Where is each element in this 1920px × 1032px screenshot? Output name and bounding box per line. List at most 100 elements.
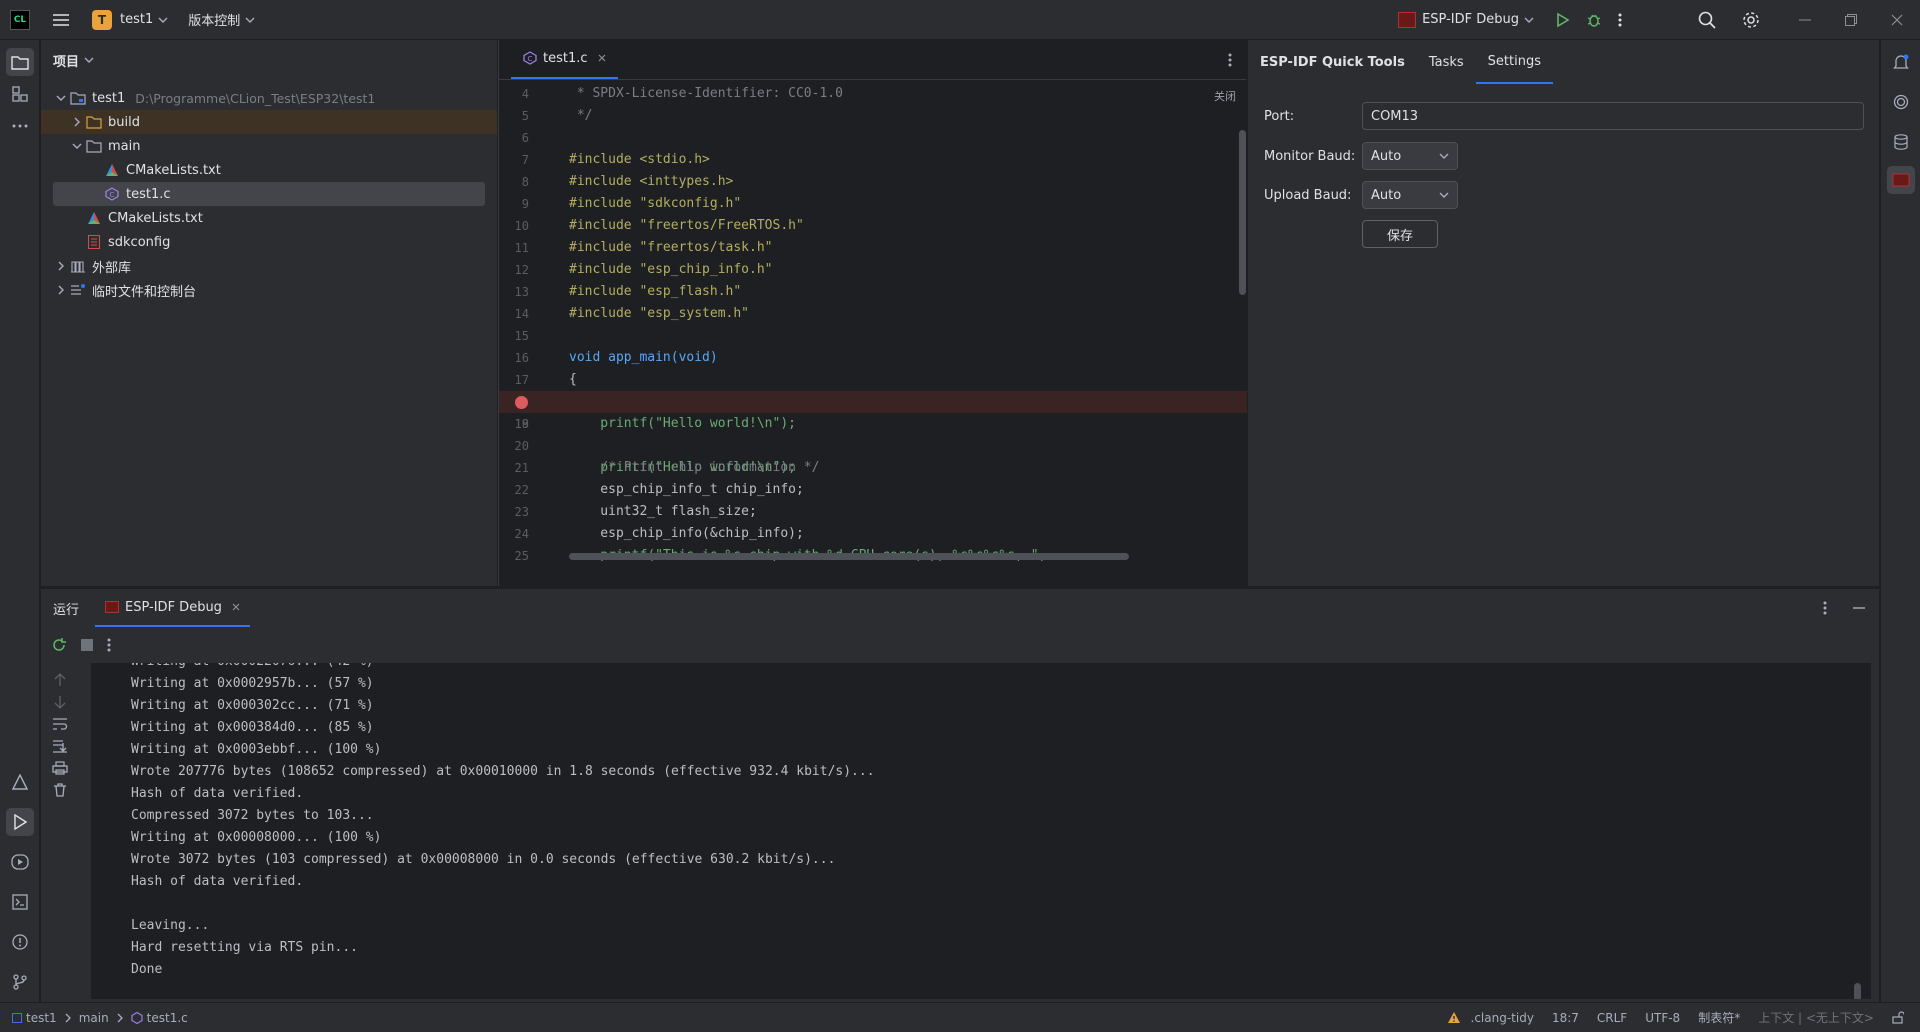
project-switcher[interactable]: T test1 bbox=[86, 6, 174, 34]
notifications-button[interactable] bbox=[1887, 48, 1915, 76]
terminal-tool-button[interactable] bbox=[6, 888, 34, 916]
main-menu-button[interactable] bbox=[46, 6, 76, 34]
arrow-up-icon[interactable] bbox=[51, 671, 69, 689]
console-line: Writing at 0x0002957b... (57 %) bbox=[131, 676, 374, 691]
upload-baud-select[interactable]: Auto bbox=[1362, 181, 1458, 209]
database-button[interactable] bbox=[1887, 128, 1915, 156]
run-button[interactable] bbox=[1548, 6, 1576, 34]
run-config-selector[interactable]: ESP-IDF Debug bbox=[1392, 6, 1540, 34]
project-panel: 项目 test1 D:\Programme\CLion_Test\ESP32\t… bbox=[41, 40, 497, 586]
cursor-position[interactable]: 18:7 bbox=[1552, 1011, 1579, 1025]
breadcrumb: test1 main test1.c bbox=[12, 1011, 188, 1025]
cmake-tool-button[interactable] bbox=[6, 768, 34, 796]
breadcrumb-item[interactable]: test1.c bbox=[147, 1011, 188, 1025]
run-tab-label: ESP-IDF Debug bbox=[125, 599, 222, 615]
monitor-baud-select[interactable]: Auto bbox=[1362, 142, 1458, 170]
console-scrollbar[interactable] bbox=[1854, 983, 1861, 999]
cmake-file-icon bbox=[103, 162, 121, 178]
git-branch-icon bbox=[12, 974, 28, 990]
run-panel-more-button[interactable] bbox=[1823, 601, 1827, 615]
context-selector[interactable]: 上下文 | <无上下文> bbox=[1758, 1009, 1874, 1026]
tree-node-build[interactable]: build bbox=[41, 110, 497, 134]
close-tab-icon[interactable] bbox=[598, 54, 606, 62]
tree-node-main-cmakelists[interactable]: CMakeLists.txt bbox=[53, 158, 485, 182]
git-tool-button[interactable] bbox=[6, 968, 34, 996]
editor-vertical-scrollbar[interactable] bbox=[1239, 130, 1246, 295]
hide-panel-button[interactable] bbox=[1853, 607, 1865, 609]
editor-tab-bar: C test1.c bbox=[499, 40, 1246, 80]
esp-idf-tools-button[interactable] bbox=[1887, 166, 1915, 194]
breadcrumb-item[interactable]: main bbox=[79, 1011, 109, 1025]
structure-tool-button[interactable] bbox=[6, 80, 34, 108]
clang-tidy-widget[interactable]: .clang-tidy bbox=[1447, 1011, 1534, 1025]
tab-test1c[interactable]: C test1.c bbox=[511, 39, 618, 79]
file-encoding[interactable]: UTF-8 bbox=[1645, 1011, 1680, 1025]
trash-icon[interactable] bbox=[51, 781, 69, 799]
tree-node-external-libs[interactable]: 外部库 bbox=[53, 254, 485, 278]
port-input[interactable]: COM13 bbox=[1362, 102, 1864, 130]
stop-icon[interactable] bbox=[81, 639, 93, 651]
more-vertical-icon bbox=[1228, 53, 1232, 67]
project-panel-title: 项目 bbox=[53, 54, 80, 70]
tree-label: sdkconfig bbox=[108, 234, 171, 250]
soft-wrap-icon[interactable] bbox=[51, 715, 69, 733]
close-window-button[interactable] bbox=[1874, 0, 1920, 40]
problems-tool-button[interactable] bbox=[6, 928, 34, 956]
save-button[interactable]: 保存 bbox=[1362, 220, 1439, 248]
more-vertical-icon[interactable] bbox=[107, 638, 111, 652]
chevron-down-icon bbox=[158, 17, 168, 23]
terminal-icon bbox=[12, 894, 28, 910]
bug-icon bbox=[1586, 12, 1602, 28]
debug-button[interactable] bbox=[1580, 6, 1608, 34]
tree-node-scratches[interactable]: 临时文件和控制台 bbox=[53, 278, 485, 302]
unlock-icon[interactable] bbox=[1892, 1011, 1904, 1024]
search-button[interactable] bbox=[1692, 6, 1722, 34]
minimize-icon bbox=[1799, 19, 1811, 21]
run-tool-button[interactable] bbox=[6, 808, 34, 836]
ai-assistant-button[interactable] bbox=[1887, 88, 1915, 116]
tree-node-test1c[interactable]: C test1.c bbox=[53, 182, 485, 206]
editor-horizontal-scrollbar[interactable] bbox=[569, 553, 1129, 560]
chevron-down-icon bbox=[53, 95, 69, 101]
module-folder-icon bbox=[69, 90, 87, 106]
restore-button[interactable] bbox=[1828, 0, 1874, 40]
console-output[interactable]: Writing at 0x00022076... (42 %) Writing … bbox=[91, 663, 1871, 999]
code-area[interactable]: 4 * SPDX-License-Identifier: CC0-1.0 5 *… bbox=[499, 81, 1247, 561]
tree-node-root[interactable]: test1 D:\Programme\CLion_Test\ESP32\test… bbox=[53, 86, 485, 110]
services-tool-button[interactable] bbox=[6, 848, 34, 876]
line-separator[interactable]: CRLF bbox=[1597, 1011, 1627, 1025]
tree-node-sdkconfig[interactable]: sdkconfig bbox=[53, 230, 485, 254]
rerun-icon[interactable] bbox=[51, 637, 67, 653]
indent-setting[interactable]: 制表符* bbox=[1698, 1009, 1740, 1026]
arrow-down-icon[interactable] bbox=[51, 693, 69, 711]
vcs-menu[interactable]: 版本控制 bbox=[182, 6, 261, 34]
code-line: 7 #include <stdio.h> bbox=[521, 152, 710, 167]
run-toolbar bbox=[41, 627, 1879, 663]
code-line: 10 #include "freertos/FreeRTOS.h" bbox=[514, 218, 804, 233]
editor-more-button[interactable] bbox=[1228, 53, 1232, 67]
status-right: .clang-tidy 18:7 CRLF UTF-8 制表符* 上下文 | <… bbox=[1447, 1009, 1920, 1026]
run-config-label: ESP-IDF Debug bbox=[1422, 12, 1519, 27]
structure-icon bbox=[12, 86, 28, 102]
breakpoint-icon[interactable] bbox=[515, 396, 528, 409]
console-line: Hash of data verified. bbox=[131, 874, 304, 889]
breadcrumb-item[interactable]: test1 bbox=[26, 1011, 57, 1025]
settings-button[interactable] bbox=[1736, 6, 1766, 34]
project-panel-header[interactable]: 项目 bbox=[41, 40, 497, 80]
tree-node-main[interactable]: main bbox=[53, 134, 485, 158]
tab-settings[interactable]: Settings bbox=[1475, 40, 1553, 84]
minimize-button[interactable] bbox=[1782, 0, 1828, 40]
left-tool-strip bbox=[0, 40, 40, 1002]
quick-tools-tabs: ESP-IDF Quick Tools Tasks Settings bbox=[1248, 40, 1879, 84]
scroll-to-end-icon[interactable] bbox=[51, 737, 69, 755]
tab-esp-idf-debug[interactable]: ESP-IDF Debug bbox=[95, 589, 250, 627]
more-actions-button[interactable] bbox=[1612, 6, 1628, 34]
print-icon[interactable] bbox=[51, 759, 69, 777]
more-tools-button[interactable] bbox=[6, 112, 34, 140]
tree-node-root-cmakelists[interactable]: CMakeLists.txt bbox=[53, 206, 485, 230]
database-icon bbox=[1894, 134, 1908, 150]
project-tool-button[interactable] bbox=[6, 48, 34, 76]
close-tab-icon[interactable] bbox=[232, 603, 240, 611]
tab-tasks[interactable]: Tasks bbox=[1417, 40, 1476, 84]
